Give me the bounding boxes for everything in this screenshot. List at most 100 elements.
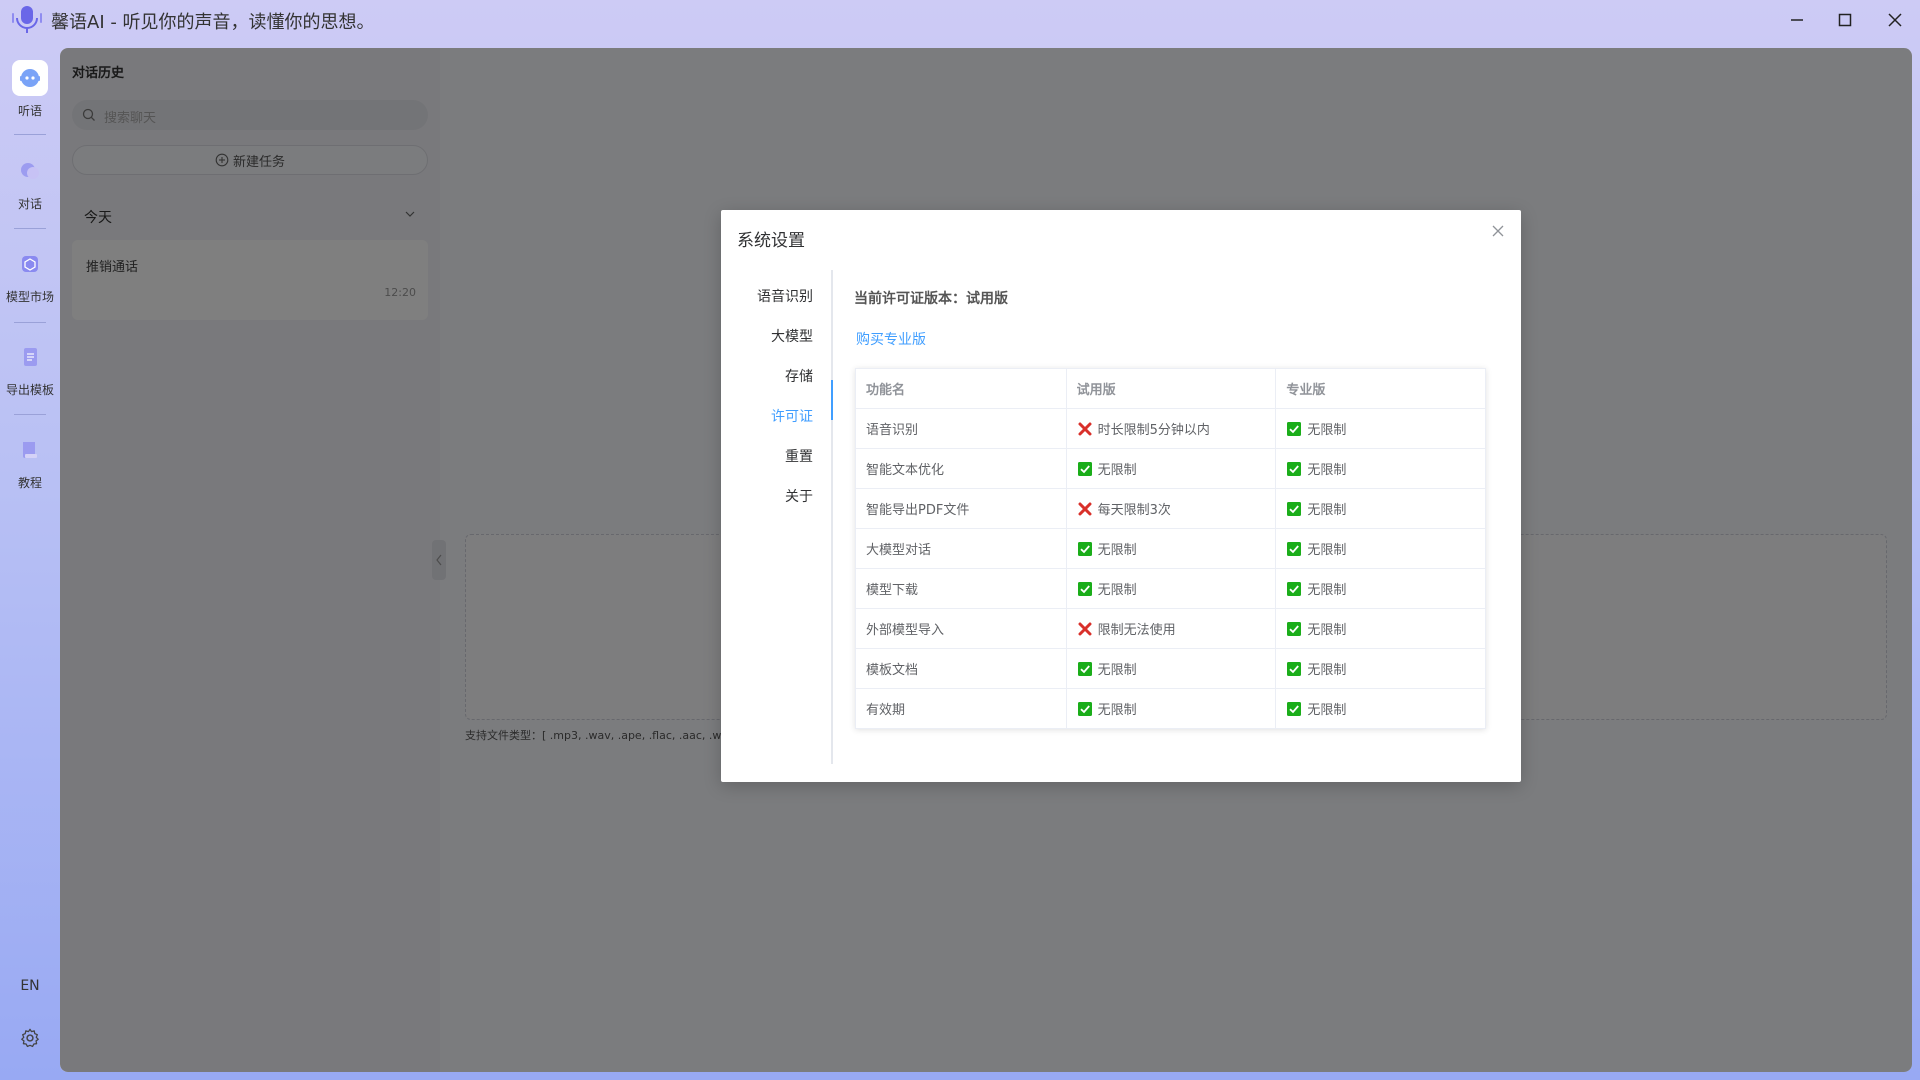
trial-cell: 时长限制5分钟以内 [1065, 408, 1277, 449]
app-logo-icon [12, 6, 42, 33]
check-icon [1287, 421, 1302, 436]
pro-value: 无限制 [1307, 423, 1347, 438]
trial-cell: 无限制 [1065, 568, 1277, 609]
pro-value: 无限制 [1307, 703, 1347, 718]
settings-tabs: 语音识别 大模型 存储 许可证 重置 关于 [721, 270, 833, 764]
feature-name: 有效期 [866, 703, 906, 718]
tab-license[interactable]: 许可证 [771, 406, 813, 426]
dialog-title: 系统设置 [737, 231, 805, 251]
table-row: 模型下载 无限制 无限制 [855, 568, 1486, 609]
rail-item-listen[interactable]: 听语 [0, 60, 60, 119]
rail-item-model-market[interactable]: 模型市场 [0, 246, 60, 305]
pro-value: 无限制 [1307, 663, 1347, 678]
feature-name-cell: 智能文本优化 [855, 448, 1067, 489]
pro-value: 无限制 [1307, 543, 1347, 558]
feature-name-cell: 模型下载 [855, 568, 1067, 609]
trial-cell: 无限制 [1065, 648, 1277, 689]
gear-icon[interactable] [19, 1027, 41, 1049]
column-header-trial: 试用版 [1065, 368, 1277, 409]
model-market-icon [12, 246, 48, 282]
feature-name-cell: 外部模型导入 [855, 608, 1067, 649]
feature-name: 语音识别 [866, 423, 919, 438]
buy-pro-link[interactable]: 购买专业版 [856, 329, 926, 349]
close-icon[interactable] [1491, 224, 1505, 238]
close-icon [1888, 13, 1902, 27]
check-icon [1287, 701, 1302, 716]
check-icon [1287, 501, 1302, 516]
rail-item-tutorial[interactable]: 教程 [0, 432, 60, 491]
cross-icon [1078, 622, 1092, 635]
tab-reset[interactable]: 重置 [785, 446, 813, 466]
check-icon [1077, 581, 1092, 596]
check-icon [1077, 701, 1092, 716]
table-header-row: 功能名 试用版 专业版 [855, 368, 1486, 409]
feature-name-cell: 大模型对话 [855, 528, 1067, 569]
pro-cell: 无限制 [1275, 528, 1486, 569]
table-row: 智能导出PDF文件 每天限制3次 无限制 [855, 488, 1486, 529]
table-row: 模板文档 无限制 无限制 [855, 648, 1486, 689]
tab-storage[interactable]: 存储 [785, 366, 813, 386]
pro-value: 无限制 [1307, 623, 1347, 638]
trial-cell: 每天限制3次 [1065, 488, 1277, 529]
trial-value: 无限制 [1097, 703, 1137, 718]
cross-icon [1078, 502, 1092, 515]
trial-value: 无限制 [1097, 463, 1137, 478]
feature-name-cell: 语音识别 [855, 408, 1067, 449]
pro-cell: 无限制 [1275, 648, 1486, 689]
check-icon [1287, 621, 1302, 636]
pro-value: 无限制 [1307, 463, 1347, 478]
table-row: 语音识别 时长限制5分钟以内 无限制 [855, 408, 1486, 449]
feature-name-cell: 有效期 [855, 688, 1067, 729]
column-header-feature: 功能名 [855, 368, 1067, 409]
maximize-button[interactable] [1820, 0, 1870, 40]
trial-cell: 限制无法使用 [1065, 608, 1277, 649]
trial-cell: 无限制 [1065, 528, 1277, 569]
cross-icon [1078, 422, 1092, 435]
rail-item-chat[interactable]: 对话 [0, 153, 60, 212]
pro-cell: 无限制 [1275, 608, 1486, 649]
trial-value: 无限制 [1097, 543, 1137, 558]
rail-divider [14, 414, 46, 415]
check-icon [1077, 461, 1092, 476]
check-icon [1287, 661, 1302, 676]
table-row: 大模型对话 无限制 无限制 [855, 528, 1486, 569]
feature-name: 大模型对话 [866, 543, 932, 558]
tab-speech-recognition[interactable]: 语音识别 [757, 286, 813, 306]
feature-name: 智能文本优化 [866, 463, 945, 478]
tab-large-model[interactable]: 大模型 [771, 326, 813, 346]
table-body: 语音识别 时长限制5分钟以内 无限制 智能文本优化 无限制 无限制 智能导出PDF文件 每天限… [855, 408, 1486, 729]
trial-value: 无限制 [1097, 583, 1137, 598]
trial-value: 每天限制3次 [1097, 503, 1171, 518]
close-window-button[interactable] [1870, 0, 1920, 40]
tab-about[interactable]: 关于 [785, 486, 813, 506]
pro-cell: 无限制 [1275, 488, 1486, 529]
pro-cell: 无限制 [1275, 568, 1486, 609]
export-template-icon [12, 339, 48, 375]
title-bar: 馨语AI - 听见你的声音，读懂你的思想。 [0, 0, 1920, 40]
feature-name-cell: 智能导出PDF文件 [855, 488, 1067, 529]
table-row: 智能文本优化 无限制 无限制 [855, 448, 1486, 489]
feature-name: 智能导出PDF文件 [866, 503, 970, 518]
check-icon [1287, 581, 1302, 596]
pro-cell: 无限制 [1275, 688, 1486, 729]
pro-cell: 无限制 [1275, 408, 1486, 449]
trial-value: 无限制 [1097, 663, 1137, 678]
settings-dialog: 系统设置 语音识别 大模型 存储 许可证 重置 关于 当前许可证版本：试用版 购… [721, 210, 1521, 782]
listen-icon [12, 60, 48, 96]
rail-item-export-template[interactable]: 导出模板 [0, 339, 60, 398]
chat-icon [12, 153, 48, 189]
check-icon [1077, 541, 1092, 556]
trial-value: 时长限制5分钟以内 [1097, 423, 1210, 438]
check-icon [1287, 461, 1302, 476]
active-tab-indicator [831, 380, 833, 420]
language-toggle[interactable]: EN [0, 978, 60, 994]
rail-divider [14, 228, 46, 229]
feature-name: 模板文档 [866, 663, 919, 678]
table-row: 有效期 无限制 无限制 [855, 688, 1486, 729]
check-icon [1287, 541, 1302, 556]
pro-value: 无限制 [1307, 583, 1347, 598]
minimize-button[interactable] [1772, 0, 1822, 40]
feature-name: 模型下载 [866, 583, 919, 598]
trial-value: 限制无法使用 [1097, 623, 1176, 638]
pro-cell: 无限制 [1275, 448, 1486, 489]
